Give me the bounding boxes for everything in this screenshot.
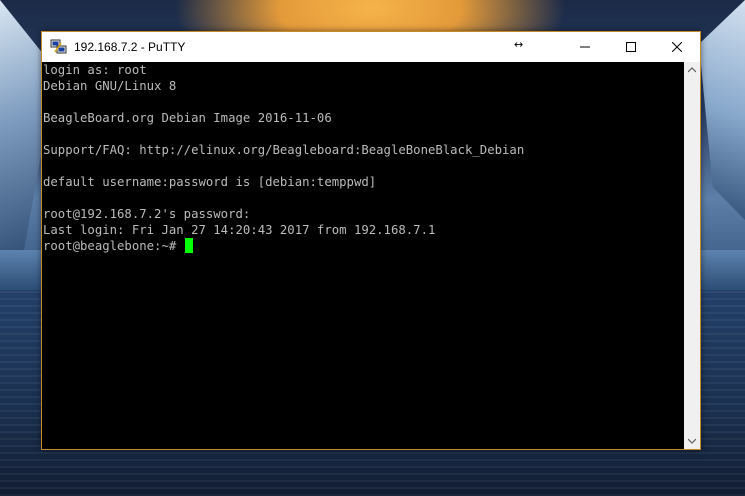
terminal-line: login as: root [43,63,147,77]
maximize-button[interactable] [608,32,654,62]
prompt-line[interactable]: root@beaglebone:~# [42,238,684,254]
window-title: 192.168.7.2 - PuTTY [74,40,186,54]
terminal-line: BeagleBoard.org Debian Image 2016-11-06 [43,111,332,125]
minimize-icon [580,46,590,48]
resize-arrow-icon: ↔ [514,38,524,51]
terminal-cursor [184,238,193,253]
terminal-line: Support/FAQ: http://elinux.org/Beagleboa… [43,143,525,157]
vertical-scrollbar[interactable] [684,62,700,449]
terminal-line: Debian GNU/Linux 8 [43,79,177,93]
chevron-up-icon [688,67,696,73]
terminal-area[interactable]: login as: root Debian GNU/Linux 8 Beagle… [42,62,684,449]
terminal-line: Last login: Fri Jan 27 14:20:43 2017 fro… [43,223,436,237]
shell-prompt: root@beaglebone:~# [43,239,184,253]
chevron-down-icon [688,438,696,444]
minimize-button[interactable] [562,32,608,62]
terminal-line: default username:password is [debian:tem… [43,175,377,189]
putty-icon[interactable] [50,39,68,55]
wallpaper-mountain-right [699,0,745,220]
putty-window[interactable]: 192.168.7.2 - PuTTY ↔ login as: root Deb… [41,31,701,450]
close-icon [672,42,682,52]
title-bar[interactable]: 192.168.7.2 - PuTTY ↔ [42,32,700,62]
close-button[interactable] [654,32,700,62]
scroll-down-button[interactable] [684,433,700,449]
terminal-line: root@192.168.7.2's password: [43,207,251,221]
maximize-icon [626,42,636,52]
scroll-up-button[interactable] [684,62,700,78]
scroll-thumb[interactable] [686,79,698,431]
